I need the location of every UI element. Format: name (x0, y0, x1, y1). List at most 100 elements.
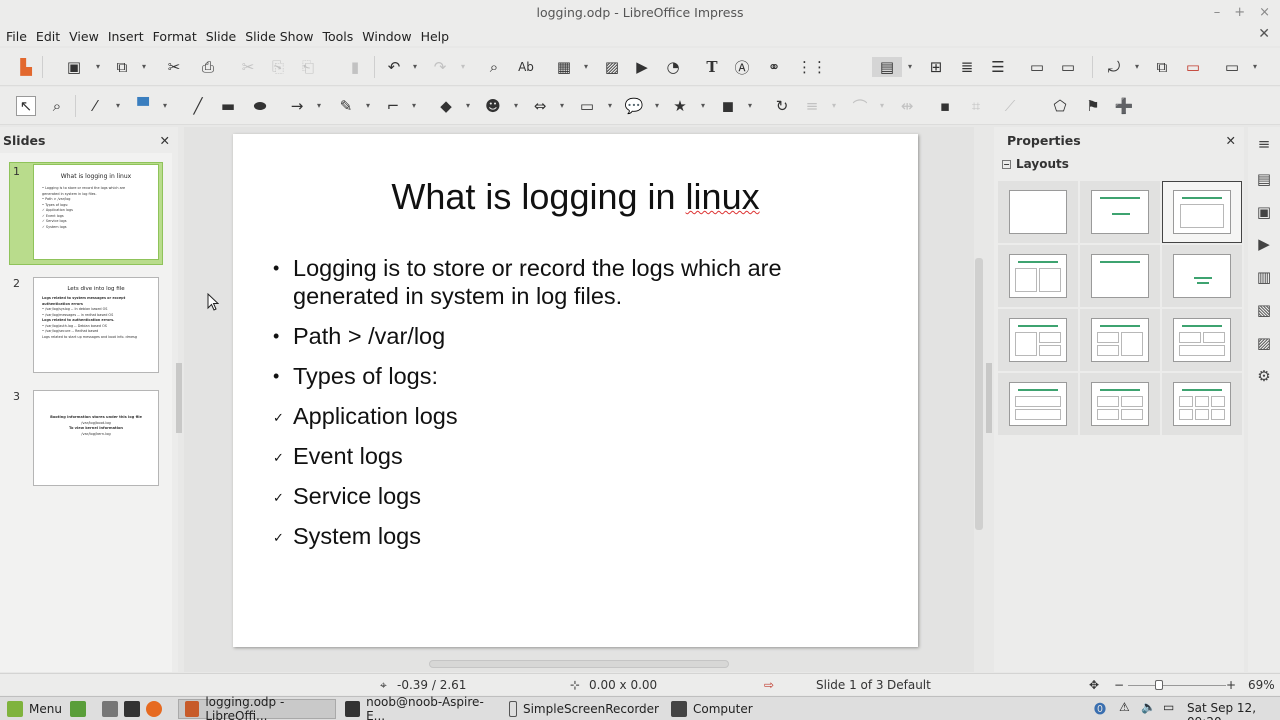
layouts-section-header[interactable]: − Layouts (994, 153, 1244, 175)
clone-formatting-icon[interactable]: ▮ (345, 57, 365, 77)
arrange-dropdown-icon[interactable]: ▾ (880, 101, 888, 110)
properties-tab-icon[interactable]: ▤ (1254, 170, 1274, 190)
slide-outline-icon[interactable]: ☰ (988, 57, 1008, 77)
undo-icon[interactable]: ↶ (384, 57, 404, 77)
find-replace-icon[interactable]: ⌕ (484, 57, 504, 77)
start-center-icon[interactable]: ▙ (16, 57, 36, 77)
table-icon[interactable]: ▦ (554, 57, 574, 77)
slide-content-box[interactable]: • Logging is to store or record the logs … (273, 254, 873, 562)
duplicate-slide-icon[interactable]: ⧉ (1152, 57, 1172, 77)
grid-icon[interactable]: ⋮⋮ (797, 57, 827, 77)
sidebar-splitter[interactable] (986, 363, 992, 433)
menu-insert[interactable]: Insert (108, 29, 153, 44)
delete-slide-icon[interactable]: ▭ (1183, 57, 1203, 77)
toggle-extrusion-icon[interactable]: ➕ (1114, 96, 1134, 116)
layout-title-4-content[interactable] (1080, 373, 1160, 435)
text-box-icon[interactable]: T (702, 57, 722, 77)
close-icon[interactable]: × (1259, 0, 1270, 26)
save-dropdown-icon[interactable]: ▾ (142, 62, 150, 71)
vertical-scrollbar[interactable] (975, 258, 983, 530)
flowchart-dropdown-icon[interactable]: ▾ (608, 101, 616, 110)
slide-thumbnail-2[interactable]: Lets dive into log file Logs related to … (33, 277, 159, 373)
symbol-shapes-icon[interactable]: ☻ (483, 96, 503, 116)
minimize-icon[interactable]: – (1214, 0, 1221, 26)
slides-pane-splitter[interactable] (176, 363, 182, 433)
horizontal-scrollbar[interactable] (429, 660, 729, 668)
transform-dropdown-icon[interactable]: ▾ (1135, 62, 1143, 71)
zoom-pan-icon[interactable]: ⌕ (47, 96, 67, 116)
launcher-spreadsheet[interactable] (66, 699, 87, 719)
layout-title-2-content-over-content[interactable] (1162, 309, 1242, 371)
document-modified-icon[interactable]: ⇨ (764, 678, 774, 692)
collapse-icon[interactable]: − (1002, 159, 1011, 169)
fit-slide-icon[interactable]: ✥ (1089, 678, 1099, 692)
basic-shapes-icon[interactable]: ◆ (436, 96, 456, 116)
start-menu-button[interactable]: Menu (0, 699, 63, 719)
sidebar-toggle-icon[interactable]: ▭ (1222, 57, 1242, 77)
crop-icon[interactable]: ⌗ (966, 96, 986, 116)
rectangle-icon[interactable]: ▬ (218, 96, 238, 116)
curves-icon[interactable]: ✎ (336, 96, 356, 116)
layout-title-slide[interactable] (1080, 181, 1160, 243)
network-icon[interactable]: ⚠ (1119, 700, 1130, 714)
clock[interactable]: Sat Sep 12, 09:20 (1187, 701, 1280, 720)
slide-title[interactable]: What is logging in linux (233, 176, 918, 218)
undo-dropdown-icon[interactable]: ▾ (413, 62, 421, 71)
launcher-show-desktop[interactable] (98, 699, 119, 719)
menu-help[interactable]: Help (421, 29, 459, 44)
print-icon[interactable]: ⎙ (198, 57, 218, 77)
ellipse-icon[interactable]: ⬬ (250, 96, 270, 116)
zoom-slider[interactable] (1128, 685, 1226, 686)
copy-icon[interactable]: ⎘ (268, 57, 288, 77)
open-icon[interactable]: ▣ (64, 57, 84, 77)
layout-title-content-2-content[interactable] (1080, 309, 1160, 371)
battery-icon[interactable]: ▭ (1163, 700, 1174, 714)
curves-dropdown-icon[interactable]: ▾ (366, 101, 374, 110)
callouts-dropdown-icon[interactable]: ▾ (655, 101, 663, 110)
layout-title-only[interactable] (1080, 245, 1160, 307)
gluepoints-icon[interactable]: ⚑ (1083, 96, 1103, 116)
task-computer[interactable]: Computer (664, 699, 822, 719)
task-terminal[interactable]: noob@noob-Aspire-E... (338, 695, 496, 720)
layout-centered-text[interactable] (1162, 245, 1242, 307)
filter-icon[interactable]: ⟋ (1000, 96, 1020, 116)
distribute-icon[interactable]: ⇹ (897, 96, 917, 116)
lines-arrows-dropdown-icon[interactable]: ▾ (317, 101, 325, 110)
slide-layout-icon[interactable]: ≣ (957, 57, 977, 77)
master-slides-tab-icon[interactable]: ▣ (1254, 203, 1274, 223)
menu-slide-show[interactable]: Slide Show (245, 29, 322, 44)
table-dropdown-icon[interactable]: ▾ (584, 62, 592, 71)
rotate-icon[interactable]: ↻ (772, 96, 792, 116)
layout-title-content-over-content[interactable] (998, 373, 1078, 435)
slide-thumbnail-3[interactable]: Booting information stores under this lo… (33, 390, 159, 486)
arrange-icon[interactable]: ⌒ (850, 96, 870, 116)
points-icon[interactable]: ⬠ (1050, 96, 1070, 116)
3d-objects-dropdown-icon[interactable]: ▾ (748, 101, 756, 110)
layout-title-2-content-content[interactable] (998, 309, 1078, 371)
menu-file[interactable]: File (6, 29, 36, 44)
styles-tab-icon[interactable]: ▧ (1254, 301, 1274, 321)
redo-icon[interactable]: ↷ (430, 57, 450, 77)
connectors-dropdown-icon[interactable]: ▾ (412, 101, 420, 110)
fill-color-dropdown-icon[interactable]: ▾ (163, 101, 171, 110)
layout-title-6-content[interactable] (1162, 373, 1242, 435)
flowchart-icon[interactable]: ▭ (577, 96, 597, 116)
task-screen-recorder[interactable]: SimpleScreenRecorder (502, 699, 660, 719)
3d-objects-icon[interactable]: ◼ (718, 96, 738, 116)
image-icon[interactable]: ▨ (602, 57, 622, 77)
slide-transition-tab-icon[interactable]: ▶ (1254, 235, 1274, 255)
slide-thumbnail-1[interactable]: What is logging in linux • Logging is to… (33, 164, 159, 260)
align-icon[interactable]: ≡ (802, 96, 822, 116)
animation-tab-icon[interactable]: ▥ (1254, 268, 1274, 288)
launcher-terminal[interactable] (120, 699, 141, 719)
media-icon[interactable]: ▶ (632, 57, 652, 77)
menu-slide[interactable]: Slide (206, 29, 246, 44)
sidebar-menu-icon[interactable]: ≡ (1254, 135, 1274, 155)
block-arrows-dropdown-icon[interactable]: ▾ (560, 101, 568, 110)
chart-icon[interactable]: ◔ (663, 57, 683, 77)
save-icon[interactable]: ⧉ (112, 57, 132, 77)
select-icon[interactable]: ↖ (16, 96, 36, 116)
menu-view[interactable]: View (69, 29, 108, 44)
zoom-in-icon[interactable]: + (1226, 678, 1236, 692)
volume-icon[interactable]: 🔈 (1141, 700, 1156, 714)
